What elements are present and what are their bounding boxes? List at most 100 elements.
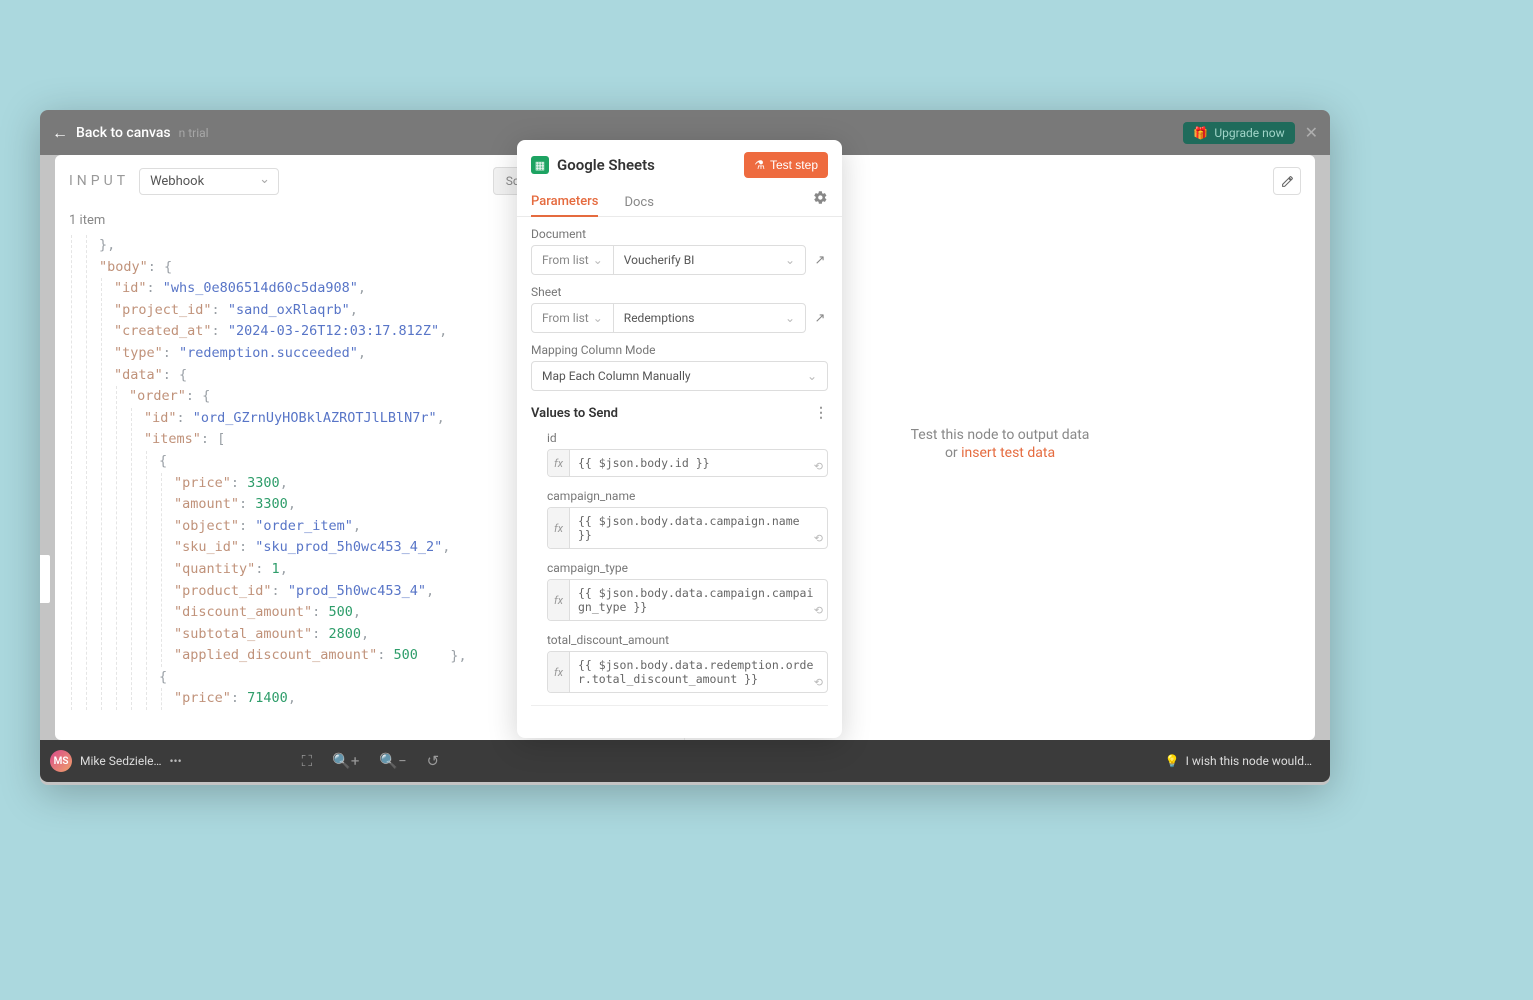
json-line: "subtotal_amount" [174, 626, 312, 642]
document-select[interactable]: From list Voucherify BI⌄ [531, 245, 806, 275]
test-step-button[interactable]: ⚗ Test step [744, 152, 828, 178]
item-count: 1 item [69, 213, 105, 228]
json-line: "project_id" [114, 302, 212, 318]
lightbulb-icon: 💡 [1165, 754, 1180, 768]
value-field-campaign-type: campaign_type fx {{ $json.body.data.camp… [531, 561, 828, 621]
zoom-in-icon[interactable]: 🔍+ [332, 752, 359, 770]
mapping-mode-select[interactable]: Map Each Column Manually⌄ [531, 361, 828, 391]
json-line: }, [99, 237, 115, 253]
expression-input[interactable]: fx {{ $json.body.data.campaign.name }}⟲ [547, 507, 828, 549]
json-line: "id" [144, 410, 177, 426]
json-line: 1 [272, 561, 280, 577]
close-icon[interactable]: ✕ [1305, 123, 1318, 142]
values-to-send-title: Values to Send [531, 406, 618, 421]
node-config-card: ▦ Google Sheets ⚗ Test step Parameters D… [517, 140, 842, 738]
undo-icon[interactable]: ⟲ [814, 460, 823, 473]
expression-input[interactable]: fx {{ $json.body.data.redemption.order.t… [547, 651, 828, 693]
tab-docs[interactable]: Docs [624, 189, 653, 216]
value-label: campaign_name [547, 489, 828, 503]
back-to-canvas-link[interactable]: Back to canvas [76, 125, 171, 141]
json-line: "prod_5h0wc453_4" [288, 583, 426, 599]
json-line: 500 [328, 604, 352, 620]
insert-test-data-link[interactable]: insert test data [961, 445, 1055, 461]
input-source-select[interactable]: Webhook [139, 168, 279, 195]
gear-icon[interactable] [813, 190, 828, 215]
value-label: total_discount_amount [547, 633, 828, 647]
open-sheet-icon[interactable]: ↗ [812, 311, 828, 326]
expression-text: {{ $json.body.data.redemption.order.tota… [578, 658, 813, 686]
fx-icon: fx [548, 450, 570, 476]
undo-icon[interactable]: ⟲ [814, 532, 823, 545]
tab-parameters[interactable]: Parameters [531, 188, 598, 217]
json-line: "data" [114, 367, 163, 383]
bottom-toolbar: MS Mike Sedziele… ••• ⛶ 🔍+ 🔍− ↺ 💡 I wish… [40, 740, 1330, 782]
back-arrow-icon[interactable]: ← [52, 123, 68, 143]
document-mode[interactable]: From list [532, 246, 614, 274]
json-line: "product_id" [174, 583, 272, 599]
output-empty-or: or [945, 445, 961, 461]
json-line: "applied_discount_amount" [174, 647, 377, 663]
json-line: "created_at" [114, 323, 212, 339]
avatar[interactable]: MS [50, 750, 72, 772]
feedback-text: I wish this node would… [1186, 754, 1312, 768]
node-title: Google Sheets [557, 156, 655, 174]
user-menu-icon[interactable]: ••• [170, 754, 182, 768]
json-line: "2024-03-26T12:03:17.812Z" [228, 323, 439, 339]
undo-icon[interactable]: ⟲ [814, 604, 823, 617]
json-line: "order" [129, 388, 186, 404]
zoom-out-icon[interactable]: 🔍− [379, 752, 406, 770]
trial-text: n trial [179, 126, 209, 140]
undo-icon[interactable]: ⟲ [814, 676, 823, 689]
sheet-mode[interactable]: From list [532, 304, 614, 332]
feedback-prompt[interactable]: 💡 I wish this node would… [1165, 754, 1312, 768]
json-line: "sku_id" [174, 539, 239, 555]
upgrade-label: Upgrade now [1214, 126, 1284, 140]
json-line: 3300 [247, 475, 280, 491]
json-line: "amount" [174, 496, 239, 512]
google-sheets-icon: ▦ [531, 156, 549, 174]
expression-input[interactable]: fx {{ $json.body.data.campaign.campaign_… [547, 579, 828, 621]
input-title: INPUT [69, 173, 129, 189]
value-field-total-discount: total_discount_amount fx {{ $json.body.d… [531, 633, 828, 693]
document-label: Document [531, 227, 828, 241]
sheet-select[interactable]: From list Redemptions⌄ [531, 303, 806, 333]
value-field-campaign-name: campaign_name fx {{ $json.body.data.camp… [531, 489, 828, 549]
flask-icon: ⚗ [754, 158, 765, 172]
json-line: "sku_prod_5h0wc453_4_2" [255, 539, 442, 555]
json-line: "sand_oxRlaqrb" [228, 302, 350, 318]
json-line: "price" [174, 475, 231, 491]
edit-output-button[interactable] [1273, 167, 1301, 195]
json-line: "price" [174, 690, 231, 706]
mapping-label: Mapping Column Mode [531, 343, 828, 357]
expression-text: {{ $json.body.id }} [578, 456, 710, 470]
upgrade-button[interactable]: 🎁 Upgrade now [1183, 122, 1294, 144]
json-line: "redemption.succeeded" [179, 345, 358, 361]
test-step-label: Test step [770, 158, 818, 172]
json-line: "id" [114, 280, 147, 296]
json-line: "items" [144, 431, 201, 447]
fx-icon: fx [548, 580, 570, 620]
gift-icon: 🎁 [1193, 126, 1208, 140]
json-line: "body" [99, 259, 148, 275]
fit-view-icon[interactable]: ⛶ [302, 752, 313, 770]
values-menu-icon[interactable]: ⋮ [814, 405, 828, 421]
side-tab-stub [40, 555, 50, 603]
fx-icon: fx [548, 652, 570, 692]
undo-icon[interactable]: ↺ [427, 752, 440, 770]
user-name[interactable]: Mike Sedziele… [80, 754, 162, 768]
json-line: 71400 [247, 690, 288, 706]
open-document-icon[interactable]: ↗ [812, 253, 828, 268]
json-line: "object" [174, 518, 239, 534]
expression-input[interactable]: fx {{ $json.body.id }} ⟲ [547, 449, 828, 477]
sheet-value: Redemptions [624, 311, 695, 325]
sheet-label: Sheet [531, 285, 828, 299]
fx-icon: fx [548, 508, 570, 548]
divider [531, 705, 828, 706]
json-line: "quantity" [174, 561, 255, 577]
json-line: "discount_amount" [174, 604, 312, 620]
value-label: campaign_type [547, 561, 828, 575]
json-line: 500 [393, 647, 417, 663]
output-empty-line1: Test this node to output data [911, 427, 1090, 443]
value-field-id: id fx {{ $json.body.id }}⟲ [531, 431, 828, 477]
expression-text: {{ $json.body.data.campaign.campaign_typ… [578, 586, 813, 614]
